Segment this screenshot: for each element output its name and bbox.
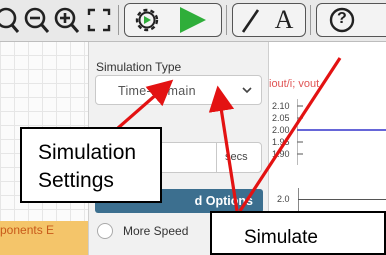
toolbar-separator xyxy=(310,5,311,35)
components-tab[interactable]: ponents E xyxy=(0,221,88,255)
plot-lines xyxy=(297,99,386,165)
tick-label: 1.90 xyxy=(272,149,290,159)
plot-1: 2.10 2.05 2.00 1.95 1.90 xyxy=(269,97,386,177)
components-tab-label: ponents E xyxy=(0,223,55,237)
tick-label: 2.00 xyxy=(272,125,290,135)
tick-label: 1.95 xyxy=(272,137,290,147)
more-speed-label: More Speed xyxy=(123,224,189,238)
search-left-partial-icon[interactable] xyxy=(0,4,22,36)
tick-label: 2.05 xyxy=(272,113,290,123)
toolbar: A ? xyxy=(0,0,386,42)
simulate-callout-label: Simulate xyxy=(244,227,318,248)
toolbar-separator xyxy=(118,5,119,35)
text-tool-glyph: A xyxy=(274,5,294,34)
advanced-options-label: d Options xyxy=(194,194,253,208)
fit-screen-icon[interactable] xyxy=(84,4,114,36)
text-icon[interactable]: A xyxy=(266,4,302,36)
chevron-down-icon xyxy=(242,87,252,94)
simulation-type-label: Simulation Type xyxy=(96,60,182,74)
pen-icon[interactable] xyxy=(236,4,266,36)
help-icon[interactable]: ? xyxy=(326,4,358,36)
gear-icon[interactable] xyxy=(130,4,164,36)
simulation-type-select[interactable]: Time-Domain xyxy=(95,75,262,105)
duration-unit-label: secs xyxy=(225,151,248,163)
callout-line-2: Settings xyxy=(38,169,114,192)
play-icon[interactable] xyxy=(172,4,212,36)
duration-unit[interactable]: secs xyxy=(216,142,262,173)
plot-2-line xyxy=(298,199,386,200)
more-speed-radio[interactable] xyxy=(97,223,113,239)
simulation-type-value: Time-Domain xyxy=(118,84,196,98)
help-glyph: ? xyxy=(337,10,347,27)
zoom-in-icon[interactable] xyxy=(52,4,82,36)
simulate-callout: Simulate xyxy=(210,211,386,255)
toolbar-separator xyxy=(226,5,227,35)
tick-label: 2.0 xyxy=(277,194,290,204)
plot-title: iout/i; vout xyxy=(269,78,320,90)
more-speed-option[interactable]: More Speed xyxy=(97,223,188,239)
simulation-settings-callout: Simulation Settings xyxy=(20,127,162,203)
zoom-out-icon[interactable] xyxy=(22,4,52,36)
callout-line-1: Simulation xyxy=(38,141,137,164)
tick-label: 2.10 xyxy=(272,101,290,111)
